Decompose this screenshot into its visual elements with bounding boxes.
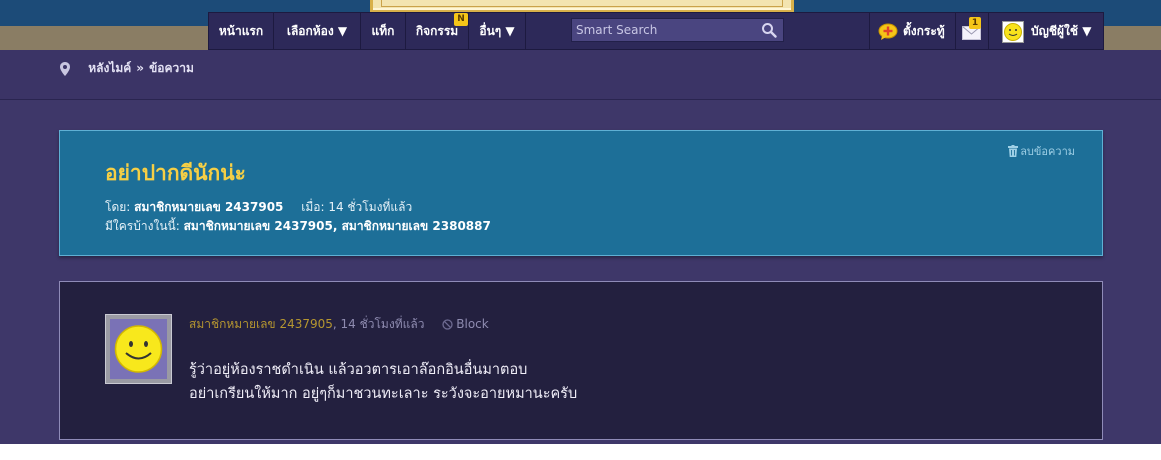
user-avatar-icon: [1002, 21, 1024, 43]
message-post: สมาชิกหมายเลข 2437905, 14 ชั่วโมงที่แล้ว…: [59, 281, 1103, 440]
breadcrumb-separator: »: [136, 61, 145, 75]
post-line-1: รู้ว่าอยู่ห้องราชดำเนิน แล้วอวตารเอาล๊อก…: [189, 362, 528, 378]
main-navbar: หน้าแรก เลือกห้อง ▼ แท็ก กิจกรรม N อื่นๆ…: [208, 12, 1104, 50]
post-time: , 14 ชั่วโมงที่แล้ว: [332, 317, 425, 331]
mail-count-badge: 1: [969, 17, 981, 29]
thread-time: 14 ชั่วโมงที่แล้ว: [328, 200, 413, 214]
search-icon[interactable]: [761, 22, 777, 38]
block-user-link[interactable]: Block: [442, 317, 489, 331]
thread-participants: มีใครบ้างในนี้: สมาชิกหมายเลข 2437905, ส…: [105, 217, 491, 236]
breadcrumb-root-link[interactable]: หลังไมค์: [88, 61, 131, 75]
nav-rooms-dropdown[interactable]: เลือกห้อง ▼: [274, 13, 361, 50]
account-label: บัญชีผู้ใช้ ▼: [1031, 24, 1092, 38]
breadcrumb-current: ข้อความ: [149, 61, 194, 75]
post-line-2: อย่าเกรียนให้มาก อยู่ๆก็มาชวนทะเลาะ ระวั…: [189, 386, 578, 402]
messages-button[interactable]: 1: [955, 13, 988, 50]
thread-author-link[interactable]: สมาชิกหมายเลข 2437905: [134, 200, 283, 214]
participants-label: มีใครบ้างในนี้:: [105, 219, 180, 233]
nav-more-dropdown[interactable]: อื่นๆ ▼: [469, 13, 526, 50]
new-badge: N: [454, 13, 468, 26]
thread-title: อย่าปากดีนักน่ะ: [105, 161, 246, 185]
search-input[interactable]: [572, 19, 757, 41]
delete-message-link[interactable]: ลบข้อความ: [1008, 142, 1075, 160]
by-label: โดย:: [105, 200, 131, 214]
post-author-link[interactable]: สมาชิกหมายเลข 2437905: [189, 317, 333, 331]
breadcrumb: หลังไมค์ » ข้อความ: [60, 59, 194, 78]
post-body: รู้ว่าอยู่ห้องราชดำเนิน แล้วอวตารเอาล๊อก…: [189, 358, 577, 406]
block-label: Block: [456, 317, 489, 331]
nav-home[interactable]: หน้าแรก: [209, 13, 274, 50]
when-label: เมื่อ:: [301, 200, 325, 214]
smiley-face-icon: [114, 325, 163, 373]
trash-icon: [1008, 145, 1019, 157]
delete-message-label: ลบข้อความ: [1020, 145, 1075, 158]
thread-header-card: ลบข้อความ อย่าปากดีนักน่ะ โดย: สมาชิกหมา…: [59, 130, 1103, 256]
breadcrumb-bar: หลังไมค์ » ข้อความ: [0, 50, 1161, 100]
nav-activities-label: กิจกรรม: [415, 24, 459, 38]
set-topic-label: ตั้งกระทู้: [903, 24, 945, 38]
set-topic-button[interactable]: ตั้งกระทู้: [869, 13, 955, 50]
thread-meta: โดย: สมาชิกหมายเลข 2437905 เมื่อ: 14 ชั่…: [105, 198, 412, 217]
page-bottom-edge: [0, 444, 1161, 460]
post-meta: สมาชิกหมายเลข 2437905, 14 ชั่วโมงที่แล้ว…: [189, 315, 489, 334]
nav-tags[interactable]: แท็ก: [361, 13, 406, 50]
block-icon: [442, 319, 453, 330]
avatar[interactable]: [105, 314, 172, 384]
new-topic-icon: [878, 23, 898, 40]
account-menu[interactable]: บัญชีผู้ใช้ ▼: [988, 13, 1103, 50]
avatar-background: [110, 319, 167, 379]
smart-search: [571, 18, 784, 42]
participants-list[interactable]: สมาชิกหมายเลข 2437905, สมาชิกหมายเลข 238…: [184, 219, 491, 233]
nav-activities[interactable]: กิจกรรม N: [406, 13, 469, 50]
location-pin-icon: [60, 61, 70, 76]
